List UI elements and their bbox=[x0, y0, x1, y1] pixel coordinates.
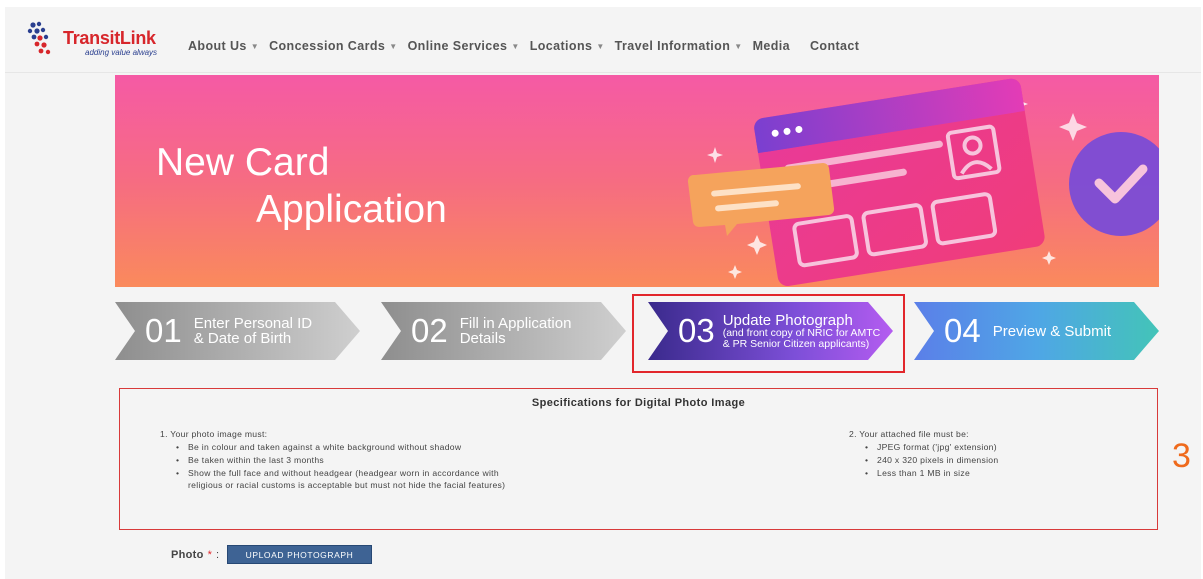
nav-label: Travel Information bbox=[614, 39, 731, 53]
nav-concession-cards[interactable]: Concession Cards ▼ bbox=[269, 39, 397, 53]
list-item: Less than 1 MB in size bbox=[865, 467, 998, 480]
step-label: Preview & Submit bbox=[993, 324, 1111, 339]
application-form-illustration bbox=[687, 78, 1159, 287]
step-number: 04 bbox=[944, 312, 981, 349]
nav-travel-information[interactable]: Travel Information ▼ bbox=[615, 39, 743, 53]
nav-label: About Us bbox=[188, 39, 247, 53]
spec-photo-requirements: 1. Your photo image must: Be in colour a… bbox=[160, 428, 505, 492]
current-step-highlight bbox=[632, 294, 905, 373]
required-marker: * bbox=[207, 548, 212, 561]
logo-wordmark: TransitLink bbox=[63, 28, 156, 48]
nav-label: Locations bbox=[529, 39, 593, 53]
page: TransitLink adding value always About Us… bbox=[5, 7, 1201, 579]
step-label: Enter Personal ID & Date of Birth bbox=[194, 316, 312, 346]
photo-label: Photo bbox=[171, 548, 204, 561]
list-item-continuation: religious or racial customs is acceptabl… bbox=[188, 480, 506, 491]
transitlink-logo[interactable]: TransitLink adding value always bbox=[27, 21, 167, 61]
step-annotation-number: 3 bbox=[1172, 437, 1191, 475]
spec-col1-heading: 1. Your photo image must: bbox=[160, 429, 268, 439]
label-colon: : bbox=[215, 548, 220, 561]
spec-file-requirements: 2. Your attached file must be: JPEG form… bbox=[849, 428, 998, 479]
photo-specifications-box: Specifications for Digital Photo Image 1… bbox=[119, 388, 1158, 530]
upload-photograph-button[interactable]: UPLOAD PHOTOGRAPH bbox=[227, 545, 373, 564]
spec-col1-list: Be in colour and taken against a white b… bbox=[160, 441, 505, 492]
nav-label: Contact bbox=[810, 39, 860, 53]
nav-media[interactable]: Media bbox=[753, 39, 790, 53]
nav-label: Concession Cards bbox=[269, 39, 386, 53]
step-02: 02 Fill in Application Details bbox=[381, 302, 626, 360]
list-item-text: Show the full face and without headgear … bbox=[188, 467, 499, 478]
nav-label: Media bbox=[752, 39, 790, 53]
list-item: Show the full face and without headgear … bbox=[176, 467, 505, 493]
banner-title-line1: New Card bbox=[156, 141, 330, 184]
list-item: JPEG format ('jpg' extension) bbox=[865, 441, 998, 454]
list-item: 240 x 320 pixels in dimension bbox=[865, 454, 998, 467]
nav-online-services[interactable]: Online Services ▼ bbox=[408, 39, 520, 53]
list-item: Be in colour and taken against a white b… bbox=[176, 441, 505, 454]
application-steps: 01 Enter Personal ID & Date of Birth 02 F… bbox=[115, 294, 1159, 373]
main-nav: About Us ▼ Concession Cards ▼ Online Servi… bbox=[188, 39, 869, 53]
nav-locations[interactable]: Locations ▼ bbox=[530, 39, 605, 53]
chevron-down-icon: ▼ bbox=[734, 41, 743, 51]
nav-label: Online Services bbox=[407, 39, 508, 53]
step-04: 04 Preview & Submit bbox=[914, 302, 1159, 360]
chevron-down-icon: ▼ bbox=[389, 41, 398, 51]
site-header: TransitLink adding value always About Us… bbox=[5, 7, 1201, 73]
hero-banner: New Card Application bbox=[115, 75, 1159, 287]
chevron-down-icon: ▼ bbox=[250, 41, 260, 51]
spec-title: Specifications for Digital Photo Image bbox=[531, 397, 746, 409]
step-label-line2: Details bbox=[459, 330, 506, 347]
logo-tagline: adding value always bbox=[85, 48, 158, 57]
chevron-down-icon: ▼ bbox=[596, 41, 605, 51]
step-label: Fill in Application Details bbox=[460, 316, 572, 346]
step-01: 01 Enter Personal ID & Date of Birth bbox=[115, 302, 360, 360]
list-item: Be taken within the last 3 months bbox=[176, 454, 505, 467]
spec-col2-list: JPEG format ('jpg' extension) 240 x 320 … bbox=[849, 441, 998, 479]
photo-upload-row: Photo * : UPLOAD PHOTOGRAPH bbox=[171, 545, 373, 564]
nav-about-us[interactable]: About Us ▼ bbox=[188, 39, 259, 53]
banner-title-line2: Application bbox=[256, 188, 447, 231]
spec-col2-heading: 2. Your attached file must be: bbox=[849, 429, 969, 439]
step-number: 01 bbox=[145, 312, 182, 349]
step-label-line1: Preview & Submit bbox=[992, 322, 1112, 340]
chevron-down-icon: ▼ bbox=[511, 41, 520, 51]
nav-contact[interactable]: Contact bbox=[810, 39, 859, 53]
step-number: 02 bbox=[411, 312, 448, 349]
logo-dots-icon bbox=[27, 21, 51, 55]
step-label-line2: & Date of Birth bbox=[193, 330, 292, 347]
